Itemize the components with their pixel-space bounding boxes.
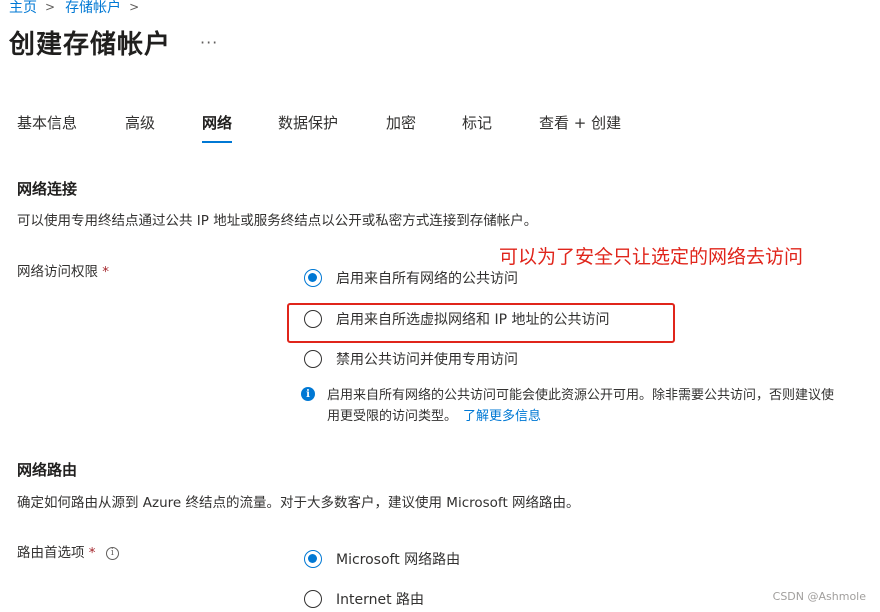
radio-checked-icon[interactable]: [304, 269, 322, 287]
required-mark: *: [88, 545, 96, 561]
routing-preference-label: 路由首选项 * i: [17, 541, 119, 561]
radio-microsoft-routing[interactable]: Microsoft 网络路由: [304, 549, 460, 569]
network-connectivity-description: 可以使用专用终结点通过公共 IP 地址或服务终结点以公开或私密方式连接到存储帐户…: [17, 213, 538, 229]
tab-advanced[interactable]: 高级: [125, 112, 155, 133]
tab-review-create[interactable]: 查看 + 创建: [539, 112, 621, 133]
radio-internet-routing[interactable]: Internet 路由: [304, 589, 424, 609]
learn-more-link[interactable]: 了解更多信息: [463, 409, 541, 424]
tab-networking[interactable]: 网络: [202, 112, 233, 143]
tab-tags[interactable]: 标记: [462, 112, 492, 133]
chevron-right-icon: >: [45, 0, 56, 14]
required-mark: *: [102, 264, 110, 280]
radio-label: 启用来自所有网络的公共访问: [336, 271, 518, 287]
annotation-highlight-box: [287, 303, 675, 343]
breadcrumb: 主页 > 存储帐户 >: [9, 0, 149, 17]
tab-bar: 基本信息 高级 网络 数据保护 加密 标记 查看 + 创建: [0, 112, 880, 152]
tab-basics[interactable]: 基本信息: [17, 112, 77, 133]
breadcrumb-storage-accounts-link[interactable]: 存储帐户: [65, 0, 121, 17]
network-access-info: 启用来自所有网络的公共访问可能会使此资源公开可用。除非需要公共访问，否则建议使用…: [327, 385, 837, 427]
breadcrumb-home-link[interactable]: 主页: [9, 0, 37, 17]
info-message: 启用来自所有网络的公共访问可能会使此资源公开可用。除非需要公共访问，否则建议使用…: [327, 388, 835, 424]
radio-public-all-networks[interactable]: 启用来自所有网络的公共访问: [304, 268, 518, 288]
radio-label: Internet 路由: [336, 592, 425, 608]
radio-disable-public-access[interactable]: 禁用公共访问并使用专用访问: [304, 349, 518, 369]
info-icon: i: [301, 387, 315, 401]
network-access-label-text: 网络访问权限: [17, 264, 98, 280]
tab-encryption[interactable]: 加密: [386, 112, 416, 133]
network-routing-title: 网络路由: [17, 461, 78, 479]
radio-unchecked-icon[interactable]: [304, 590, 322, 608]
network-routing-description: 确定如何路由从源到 Azure 终结点的流量。对于大多数客户，建议使用 Micr…: [17, 495, 580, 511]
info-circle-icon[interactable]: i: [105, 546, 119, 560]
tab-data-protection[interactable]: 数据保护: [278, 112, 338, 133]
network-connectivity-title: 网络连接: [17, 180, 78, 198]
radio-checked-icon[interactable]: [304, 550, 322, 568]
more-options-button[interactable]: ···: [200, 33, 218, 52]
radio-unchecked-icon[interactable]: [304, 350, 322, 368]
network-access-label: 网络访问权限 *: [17, 260, 109, 280]
watermark: CSDN @Ashmole: [772, 590, 866, 603]
chevron-right-icon: >: [129, 0, 140, 14]
radio-label: Microsoft 网络路由: [336, 552, 461, 568]
radio-label: 禁用公共访问并使用专用访问: [336, 352, 518, 368]
annotation-note: 可以为了安全只让选定的网络去访问: [499, 246, 804, 268]
routing-preference-label-text: 路由首选项: [17, 545, 85, 561]
page-title: 创建存储帐户: [9, 30, 172, 60]
